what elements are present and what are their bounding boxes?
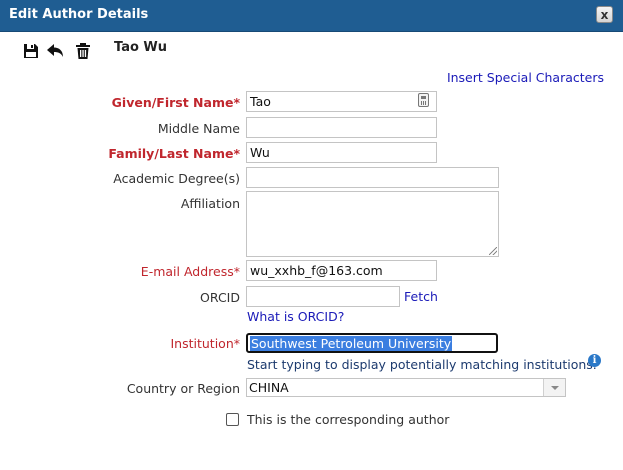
email-input[interactable]: wu_xxhb_f@163.com xyxy=(246,260,437,281)
institution-input[interactable]: Southwest Petroleum University xyxy=(246,333,498,353)
trash-icon[interactable] xyxy=(75,42,91,60)
institution-selected-text: Southwest Petroleum University xyxy=(250,336,453,351)
orcid-label: ORCID xyxy=(200,290,240,305)
middle-name-label: Middle Name xyxy=(157,121,240,136)
country-select[interactable]: CHINA xyxy=(246,378,566,397)
save-icon[interactable] xyxy=(23,42,39,60)
country-label: Country or Region xyxy=(126,381,240,396)
country-value: CHINA xyxy=(249,380,289,395)
affiliation-textarea[interactable] xyxy=(246,191,499,257)
close-icon: x xyxy=(600,8,609,22)
info-icon[interactable]: i xyxy=(588,354,601,367)
given-name-input[interactable]: Tao xyxy=(246,91,437,112)
family-name-input[interactable]: Wu xyxy=(246,142,437,163)
insert-special-characters-link[interactable]: Insert Special Characters xyxy=(447,70,604,85)
academic-degree-label: Academic Degree(s) xyxy=(113,171,240,186)
academic-degree-input[interactable] xyxy=(246,167,499,188)
corresponding-author-checkbox[interactable] xyxy=(226,413,239,426)
close-button[interactable]: x xyxy=(596,6,613,23)
keypad-icon[interactable] xyxy=(418,93,429,107)
institution-label: Institution* xyxy=(170,336,240,351)
corresponding-author-label: This is the corresponding author xyxy=(247,412,450,427)
given-name-label: Given/First Name* xyxy=(111,95,240,110)
dialog-titlebar: Edit Author Details x xyxy=(0,0,623,32)
fetch-link[interactable]: Fetch xyxy=(404,289,438,304)
affiliation-label: Affiliation xyxy=(180,196,240,211)
middle-name-input[interactable] xyxy=(246,117,437,138)
undo-icon[interactable] xyxy=(46,42,64,60)
institution-hint: Start typing to display potentially matc… xyxy=(247,357,597,372)
family-name-label: Family/Last Name* xyxy=(108,146,240,161)
what-is-orcid-link[interactable]: What is ORCID? xyxy=(247,309,344,324)
dialog-title: Edit Author Details xyxy=(9,7,149,22)
chevron-down-icon[interactable] xyxy=(543,379,565,396)
author-name-heading: Tao Wu xyxy=(114,40,168,55)
resize-handle[interactable] xyxy=(489,247,497,255)
email-label: E-mail Address* xyxy=(140,264,240,279)
orcid-input[interactable] xyxy=(246,286,400,307)
